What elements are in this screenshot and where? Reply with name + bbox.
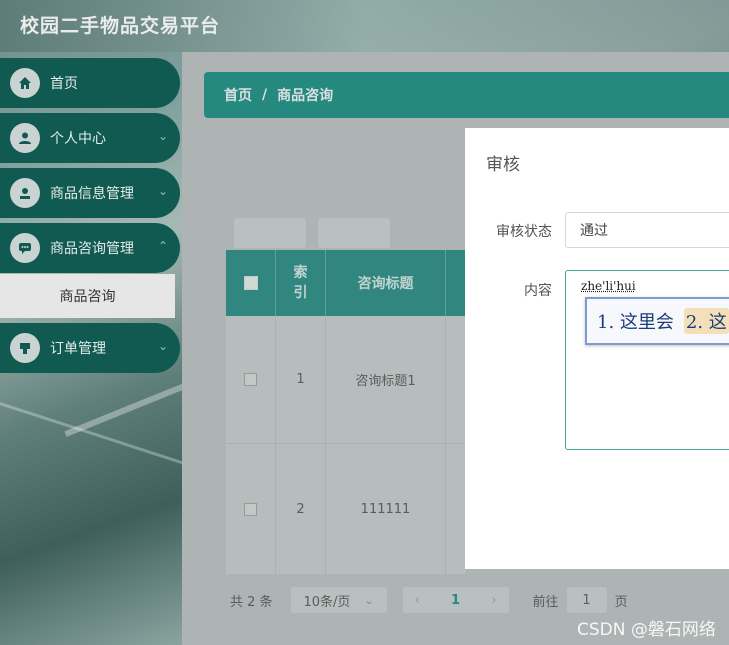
- sidebar: 首页 个人中心 ⌄ 商品信息管理 ⌄ 商品咨询管理 ⌃ 商品咨询 订单管理 ⌄: [0, 52, 182, 645]
- sidebar-item-orders[interactable]: 订单管理 ⌄: [0, 323, 180, 373]
- chevron-up-icon: ⌃: [158, 239, 168, 253]
- ime-candidate-1[interactable]: 1. 这里会: [597, 308, 674, 334]
- sidebar-item-label: 订单管理: [50, 338, 106, 358]
- top-bar: 校园二手物品交易平台: [0, 0, 729, 52]
- sidebar-item-personal-center[interactable]: 个人中心 ⌄: [0, 113, 180, 163]
- ime-pinyin: zhe'li'hui: [581, 279, 636, 293]
- review-dialog: 审核 审核状态 通过 内容 zhe'li'hui 1. 这里会 2. 这: [465, 128, 729, 569]
- chevron-down-icon: ⌄: [158, 129, 168, 143]
- order-icon: [10, 333, 40, 363]
- dialog-title: 审核: [486, 150, 520, 175]
- sidebar-item-label: 商品咨询管理: [50, 238, 134, 258]
- watermark: CSDN @磐石网络: [577, 615, 716, 640]
- chat-icon: [10, 233, 40, 263]
- content-label: 内容: [524, 280, 552, 300]
- sidebar-item-product-info[interactable]: 商品信息管理 ⌄: [0, 168, 180, 218]
- sidebar-item-consult-management[interactable]: 商品咨询管理 ⌃: [0, 223, 180, 273]
- status-label: 审核状态: [496, 221, 552, 241]
- sidebar-item-home[interactable]: 首页: [0, 58, 180, 108]
- status-select[interactable]: 通过: [565, 212, 729, 248]
- sidebar-item-label: 商品信息管理: [50, 183, 134, 203]
- chevron-down-icon: ⌄: [158, 184, 168, 198]
- ime-candidate-panel: 1. 这里会 2. 这: [585, 297, 729, 345]
- user-badge-icon: [10, 178, 40, 208]
- home-icon: [10, 68, 40, 98]
- sidebar-item-label: 首页: [50, 73, 78, 93]
- status-value: 通过: [580, 220, 608, 240]
- sidebar-item-label: 个人中心: [50, 128, 106, 148]
- user-icon: [10, 123, 40, 153]
- content-textarea[interactable]: zhe'li'hui 1. 这里会 2. 这: [565, 270, 729, 450]
- sidebar-subitem-consult[interactable]: 商品咨询: [0, 274, 175, 318]
- app-title: 校园二手物品交易平台: [20, 11, 220, 38]
- ime-candidate-2[interactable]: 2. 这: [684, 308, 729, 334]
- chevron-down-icon: ⌄: [158, 339, 168, 353]
